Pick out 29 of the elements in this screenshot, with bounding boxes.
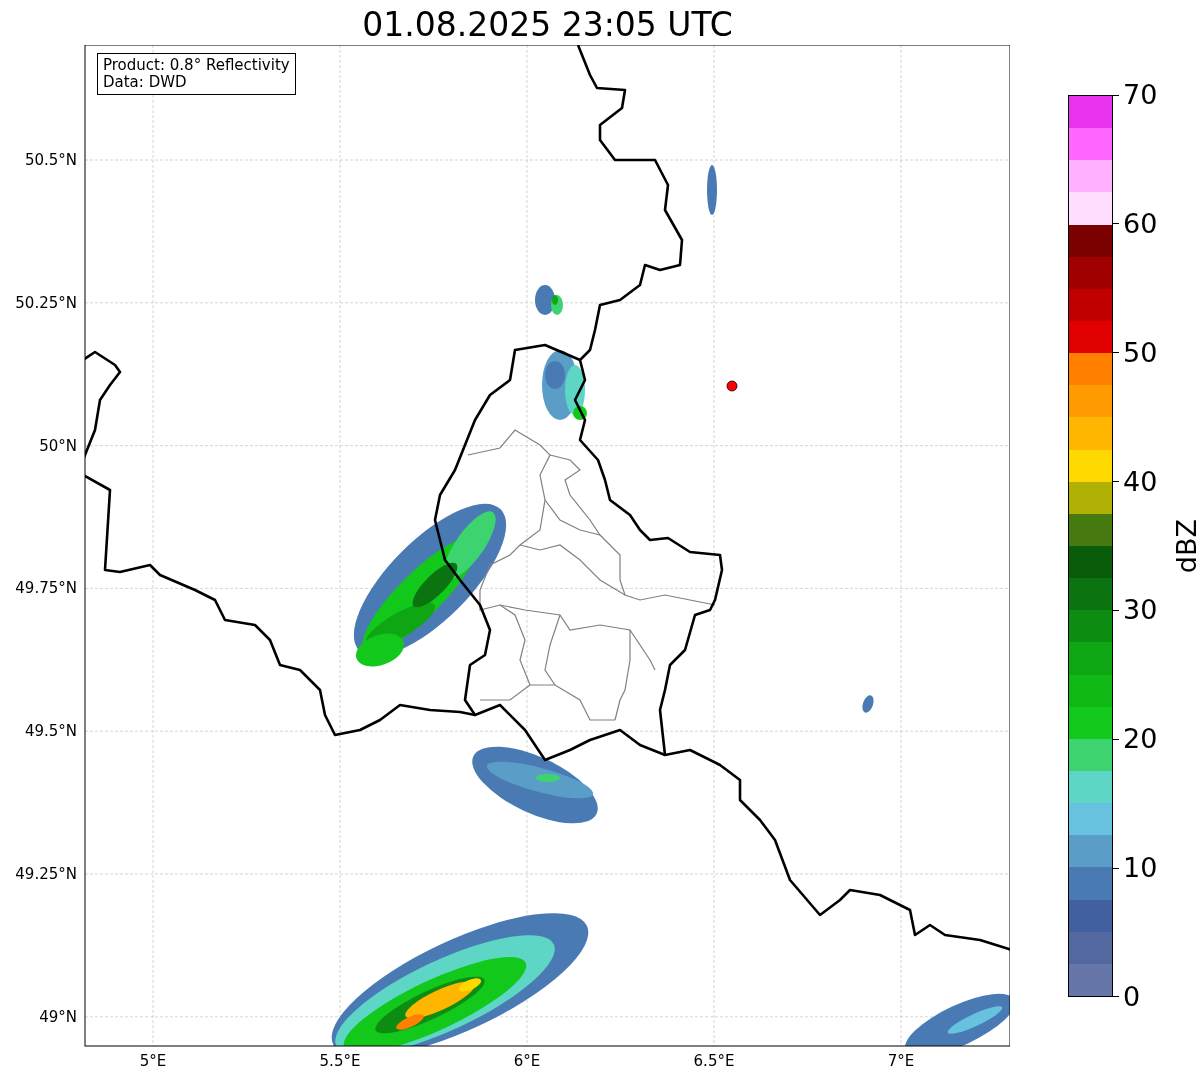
axis-tick-label: 7°E <box>887 1052 915 1070</box>
colorbar-tick-label: 20 <box>1123 724 1158 755</box>
radar-echo <box>535 285 563 315</box>
colorbar-tick-label: 50 <box>1123 337 1158 368</box>
station-marker <box>726 380 738 392</box>
axis-tick-label: 5.5°E <box>319 1052 361 1070</box>
colorbar-tick-label: 60 <box>1123 208 1158 239</box>
axis-tick-label: 50.5°N <box>24 151 77 169</box>
colorbar-tick-label: 0 <box>1123 981 1141 1012</box>
axis-tick-label: 49.25°N <box>15 865 77 883</box>
radar-echo <box>542 350 587 420</box>
axis-tick-label: 49°N <box>39 1007 77 1026</box>
axis-tick-label: 50.25°N <box>15 293 77 312</box>
colorbar-tick-label: 70 <box>1123 80 1158 110</box>
axis-tick-label: 5°E <box>139 1052 167 1070</box>
colorbar-tick-label: 40 <box>1123 466 1158 497</box>
colorbar-tick-label: 10 <box>1123 853 1158 884</box>
axis-tick-label: 6°E <box>513 1052 541 1070</box>
colorbar-label: dBZ <box>1171 518 1202 574</box>
axis-tick-label: 49.5°N <box>24 722 77 741</box>
chart-title: 01.08.2025 23:05 UTC <box>361 4 734 45</box>
axis-tick-label: 50°N <box>39 436 77 455</box>
radar-echo <box>707 165 717 215</box>
axis-tick-label: 49.75°N <box>15 579 77 598</box>
radar-echo <box>862 695 874 713</box>
annotation-text: Data: DWD <box>103 74 188 91</box>
axis-tick-label: 6.5°E <box>693 1052 735 1070</box>
annotation-text: Product: 0.8° Reflectivity <box>103 57 290 74</box>
colorbar-tick-label: 30 <box>1123 595 1158 626</box>
